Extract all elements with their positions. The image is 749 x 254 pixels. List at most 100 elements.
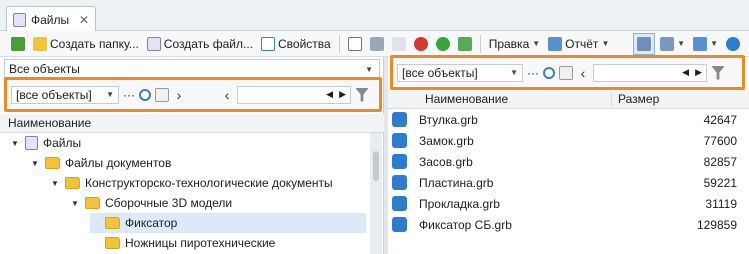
create-file-button[interactable]: Создать файл... [144,33,256,55]
file-row[interactable]: Фиксатор СБ.grb 129859 [388,214,749,235]
properties-label: Свойства [278,36,331,51]
prev-icon[interactable]: ◀ [326,89,333,100]
tree-node-scissors[interactable]: Ножницы пиротехнические [90,233,275,253]
chevron-down-icon: ▼ [365,64,373,74]
close-icon[interactable]: ✕ [79,13,89,27]
next-icon[interactable]: ▶ [695,67,702,78]
grb-file-icon [392,154,407,169]
expand-icon[interactable]: ▼ [50,179,60,188]
search-icon[interactable] [139,88,151,101]
toolbar: Создать папку... Создать файл... Свойств… [0,31,749,57]
expand-icon[interactable]: ▼ [10,139,20,148]
refresh-icon [11,36,25,51]
folder-icon [105,217,120,229]
copy-button[interactable] [389,33,409,55]
chevron-down-icon: ▼ [601,39,610,48]
grb-file-icon [392,133,407,148]
chevron-down-icon: ▼ [710,39,718,48]
scope-select[interactable]: Все объекты ▼ [4,59,380,79]
tree-node-label: Фиксатор [125,216,178,230]
grb-file-icon [392,196,407,211]
pencil-icon [347,36,362,51]
expand-icon[interactable]: ▼ [70,199,80,208]
tree-pane: Все объекты ▼ [все объекты] ▼ ··· › ‹ ◀ … [0,57,384,254]
grb-file-icon [392,175,407,190]
tree-node-3d-models[interactable]: ▼ Сборочные 3D модели [70,193,232,213]
tree-node-files[interactable]: ▼ Файлы [10,133,81,153]
tree-node-file-documents[interactable]: ▼ Файлы документов [30,153,171,173]
column-name[interactable]: Наименование [418,92,612,106]
file-row[interactable]: Засов.grb 82857 [388,151,749,172]
tree-node-design-docs[interactable]: ▼ Конструкторско-технологические докумен… [50,173,333,193]
file-name: Пластина.grb [419,175,494,190]
right-filter-value: [все объекты] [402,65,478,80]
create-file-label: Создать файл... [163,36,253,51]
chevron-down-icon: ▼ [677,39,686,48]
view-menu[interactable]: ▼ [657,33,688,55]
file-row[interactable]: Замок.grb 77600 [388,130,749,151]
refresh-folder-button[interactable] [8,33,28,55]
next-icon[interactable]: ▶ [339,89,346,100]
toolbar-separator [338,34,340,53]
toolbar-separator [479,34,481,53]
create-folder-label: Создать папку... [50,36,139,51]
search-icon[interactable] [543,66,555,79]
files-icon [25,136,38,150]
folder-icon [85,197,100,209]
file-name: Засов.grb [419,154,473,169]
sync-button[interactable] [723,33,743,55]
tree-column-header[interactable]: Наименование [0,114,384,133]
tree-scrollbar[interactable] [370,133,382,254]
window-icon [693,36,708,51]
list-icon[interactable] [155,87,169,102]
cancel-button[interactable] [411,33,431,55]
list-icon[interactable] [559,65,573,80]
chevron-left-icon[interactable]: ‹ [221,87,233,103]
folder-icon [33,36,47,51]
properties-icon [261,36,275,51]
cancel-icon [413,36,428,51]
filter-icon[interactable] [711,65,725,80]
file-size: 59221 [703,175,737,190]
file-row[interactable]: Пластина.grb 59221 [388,172,749,193]
file-name: Прокладка.grb [419,196,500,211]
create-folder-button[interactable]: Создать папку... [30,33,142,55]
window-menu[interactable]: ▼ [690,33,721,55]
tree-node-label: Сборочные 3D модели [105,196,233,210]
expand-icon[interactable]: ▼ [30,159,40,168]
ellipsis-button[interactable]: ··· [527,66,539,80]
files-column-header: Наименование Размер [388,90,749,109]
prev-icon[interactable]: ◀ [682,67,689,78]
user-button[interactable] [633,32,656,55]
report-menu[interactable]: Отчёт ▼ [545,33,612,55]
file-row[interactable]: Прокладка.grb 31119 [388,193,749,214]
chevron-right-icon[interactable]: › [173,87,185,103]
tab-files[interactable]: Файлы ✕ [6,6,96,32]
ellipsis-button[interactable]: ··· [123,88,135,102]
tab-label: Файлы [31,12,70,27]
left-filter-select[interactable]: [все объекты] ▼ [11,85,119,104]
scrollbar-thumb[interactable] [373,151,379,181]
column-size[interactable]: Размер [612,92,659,106]
file-row[interactable]: Втулка.grb 42647 [388,109,749,130]
download-button[interactable] [455,33,475,55]
add-button[interactable] [433,33,453,55]
edit-menu[interactable]: Правка ▼ [486,33,543,55]
view-icon [660,36,675,51]
right-filter-select[interactable]: [все объекты] ▼ [397,63,523,82]
download-icon [457,36,472,51]
chevron-down-icon: ▼ [510,68,518,77]
left-search-input[interactable]: ◀ ▶ [237,85,351,104]
chevron-left-icon[interactable]: ‹ [577,65,589,81]
report-menu-label: Отчёт [565,36,599,51]
folder-icon [105,237,120,249]
tree-node-label: Конструкторско-технологические документы [85,176,333,190]
properties-button[interactable]: Свойства [258,33,334,55]
edit-button[interactable] [345,33,365,55]
file-size: 31119 [705,196,737,211]
filter-icon[interactable] [355,87,369,102]
left-filter-bar: [все объекты] ▼ ··· › ‹ ◀ ▶ [4,77,382,112]
save-button[interactable] [367,33,387,55]
right-search-input[interactable]: ◀ ▶ [593,63,707,82]
tree-node-fixator[interactable]: Фиксатор [90,213,366,233]
